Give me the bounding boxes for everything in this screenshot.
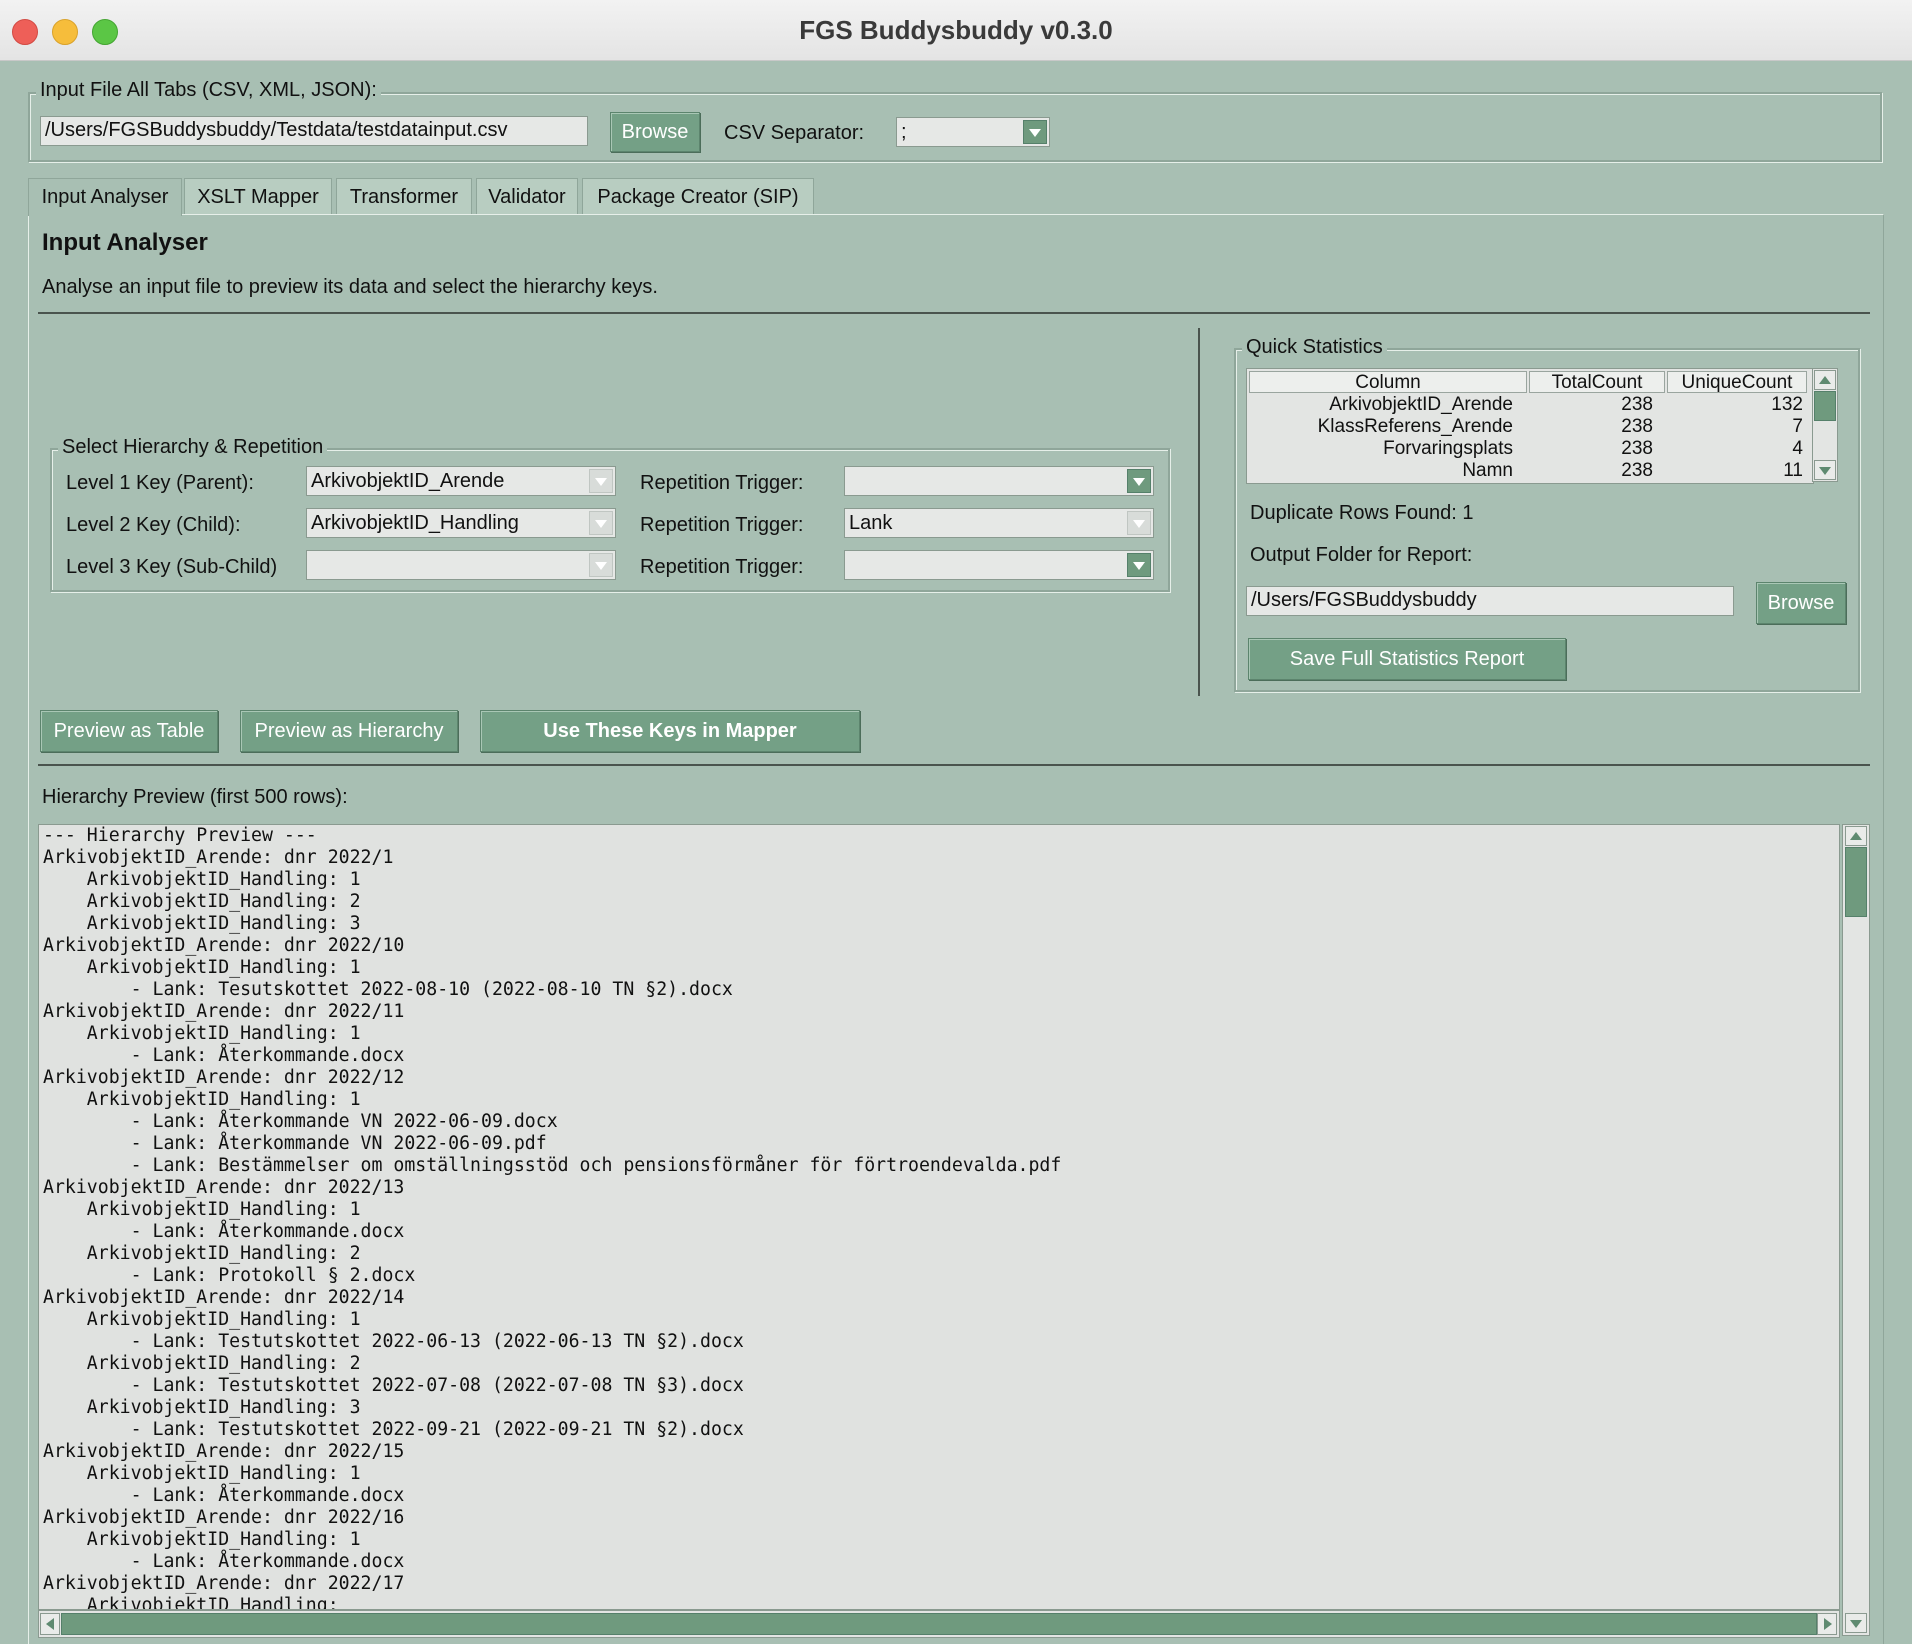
row-total-count: 238: [1621, 394, 1653, 415]
chevron-down-icon[interactable]: [589, 553, 613, 577]
scroll-left-icon[interactable]: [40, 1613, 60, 1635]
tab-transformer[interactable]: Transformer: [336, 178, 472, 214]
level1-key-select[interactable]: ArkivobjektID_Arende: [306, 466, 616, 496]
preview-horizontal-scrollbar[interactable]: [38, 1610, 1840, 1638]
output-browse-button[interactable]: Browse: [1756, 582, 1846, 624]
preview-hierarchy-button[interactable]: Preview as Hierarchy: [240, 710, 458, 752]
save-statistics-report-button[interactable]: Save Full Statistics Report: [1248, 638, 1566, 680]
chevron-down-icon[interactable]: [589, 469, 613, 493]
row-column-name: ArkivobjektID_Arende: [1329, 394, 1513, 415]
csv-separator-value: ;: [901, 121, 907, 143]
statistics-table[interactable]: Column TotalCount UniqueCount Arkivobjek…: [1246, 368, 1814, 484]
window-titlebar: FGS Buddysbuddy v0.3.0: [0, 0, 1912, 61]
row-unique-count: 132: [1771, 394, 1803, 415]
level2-key-select[interactable]: ArkivobjektID_Handling: [306, 508, 616, 538]
chevron-down-icon[interactable]: [1023, 120, 1047, 144]
row-total-count: 238: [1621, 460, 1653, 481]
level1-key-value: ArkivobjektID_Arende: [311, 470, 505, 492]
row-unique-count: 7: [1792, 416, 1803, 437]
page-description: Analyse an input file to preview its dat…: [42, 276, 658, 298]
preview-label: Hierarchy Preview (first 500 rows):: [42, 786, 348, 808]
chevron-down-icon[interactable]: [589, 511, 613, 535]
level1-key-label: Level 1 Key (Parent):: [66, 472, 254, 494]
input-browse-button[interactable]: Browse: [610, 112, 700, 152]
row-column-name: KlassReferens_Arende: [1317, 416, 1513, 437]
tab-input-analyser[interactable]: Input Analyser: [28, 178, 182, 216]
level2-key-value: ArkivobjektID_Handling: [311, 512, 519, 534]
row-column-name: Namn: [1462, 460, 1513, 481]
page-title: Input Analyser: [42, 229, 208, 256]
row-column-name: Forvaringsplats: [1383, 438, 1513, 459]
use-keys-in-mapper-button[interactable]: Use These Keys in Mapper: [480, 710, 860, 752]
separator-vertical: [1198, 328, 1200, 696]
hierarchy-group-label: Select Hierarchy & Repetition: [58, 435, 328, 459]
level2-key-label: Level 2 Key (Child):: [66, 514, 241, 536]
scroll-up-icon[interactable]: [1845, 826, 1867, 846]
column-header-column[interactable]: Column: [1249, 371, 1527, 393]
csv-separator-label: CSV Separator:: [724, 122, 865, 144]
tab-validator[interactable]: Validator: [476, 178, 578, 214]
table-row[interactable]: Namn 238 11: [1247, 460, 1813, 482]
separator-top: [38, 312, 1870, 314]
level2-trigger-select[interactable]: Lank: [844, 508, 1154, 538]
column-header-uniquecount[interactable]: UniqueCount: [1667, 371, 1807, 393]
preview-vertical-scrollbar[interactable]: [1842, 824, 1870, 1636]
window-title: FGS Buddysbuddy v0.3.0: [799, 15, 1113, 45]
level3-trigger-select[interactable]: [844, 550, 1154, 580]
level2-trigger-value: Lank: [849, 512, 893, 534]
scroll-right-icon[interactable]: [1817, 1613, 1837, 1635]
horizontal-scroll-thumb[interactable]: [61, 1613, 1817, 1635]
chevron-down-icon[interactable]: [1127, 469, 1151, 493]
quick-statistics-label: Quick Statistics: [1242, 335, 1387, 359]
table-row[interactable]: Forvaringsplats 238 4: [1247, 438, 1813, 460]
row-unique-count: 11: [1783, 460, 1803, 481]
hierarchy-preview-textbox[interactable]: --- Hierarchy Preview --- ArkivobjektID_…: [38, 824, 1840, 1610]
input-file-path-field[interactable]: /Users/FGSBuddysbuddy/Testdata/testdatai…: [40, 116, 588, 146]
scroll-up-icon[interactable]: [1814, 370, 1836, 390]
duplicate-rows-text: Duplicate Rows Found: 1: [1250, 502, 1474, 524]
chevron-down-icon[interactable]: [1127, 553, 1151, 577]
separator-bottom: [38, 764, 1870, 766]
level2-trigger-label: Repetition Trigger:: [640, 514, 804, 536]
scroll-thumb[interactable]: [1845, 847, 1867, 917]
row-total-count: 238: [1621, 416, 1653, 437]
statistics-scrollbar[interactable]: [1812, 368, 1838, 482]
level1-trigger-select[interactable]: [844, 466, 1154, 496]
table-row[interactable]: KlassReferens_Arende 238 7: [1247, 416, 1813, 438]
tab-package-creator[interactable]: Package Creator (SIP): [582, 178, 814, 214]
scroll-down-icon[interactable]: [1845, 1613, 1867, 1633]
tab-xslt-mapper[interactable]: XSLT Mapper: [184, 178, 332, 214]
table-row[interactable]: ArkivobjektID_Arende 238 132: [1247, 394, 1813, 416]
preview-table-button[interactable]: Preview as Table: [40, 710, 218, 752]
scroll-thumb[interactable]: [1814, 391, 1836, 421]
chevron-down-icon[interactable]: [1127, 511, 1151, 535]
scroll-down-icon[interactable]: [1814, 460, 1836, 480]
input-file-group-label: Input File All Tabs (CSV, XML, JSON):: [36, 78, 381, 102]
output-folder-label: Output Folder for Report:: [1250, 544, 1473, 566]
row-unique-count: 4: [1792, 438, 1803, 459]
column-header-totalcount[interactable]: TotalCount: [1529, 371, 1665, 393]
level3-key-select[interactable]: [306, 550, 616, 580]
level3-trigger-label: Repetition Trigger:: [640, 556, 804, 578]
hierarchy-preview-text: --- Hierarchy Preview --- ArkivobjektID_…: [43, 825, 1062, 1610]
csv-separator-select[interactable]: ;: [896, 117, 1050, 147]
level1-trigger-label: Repetition Trigger:: [640, 472, 804, 494]
output-folder-field[interactable]: /Users/FGSBuddysbuddy: [1246, 586, 1734, 616]
level3-key-label: Level 3 Key (Sub-Child): [66, 556, 278, 578]
row-total-count: 238: [1621, 438, 1653, 459]
